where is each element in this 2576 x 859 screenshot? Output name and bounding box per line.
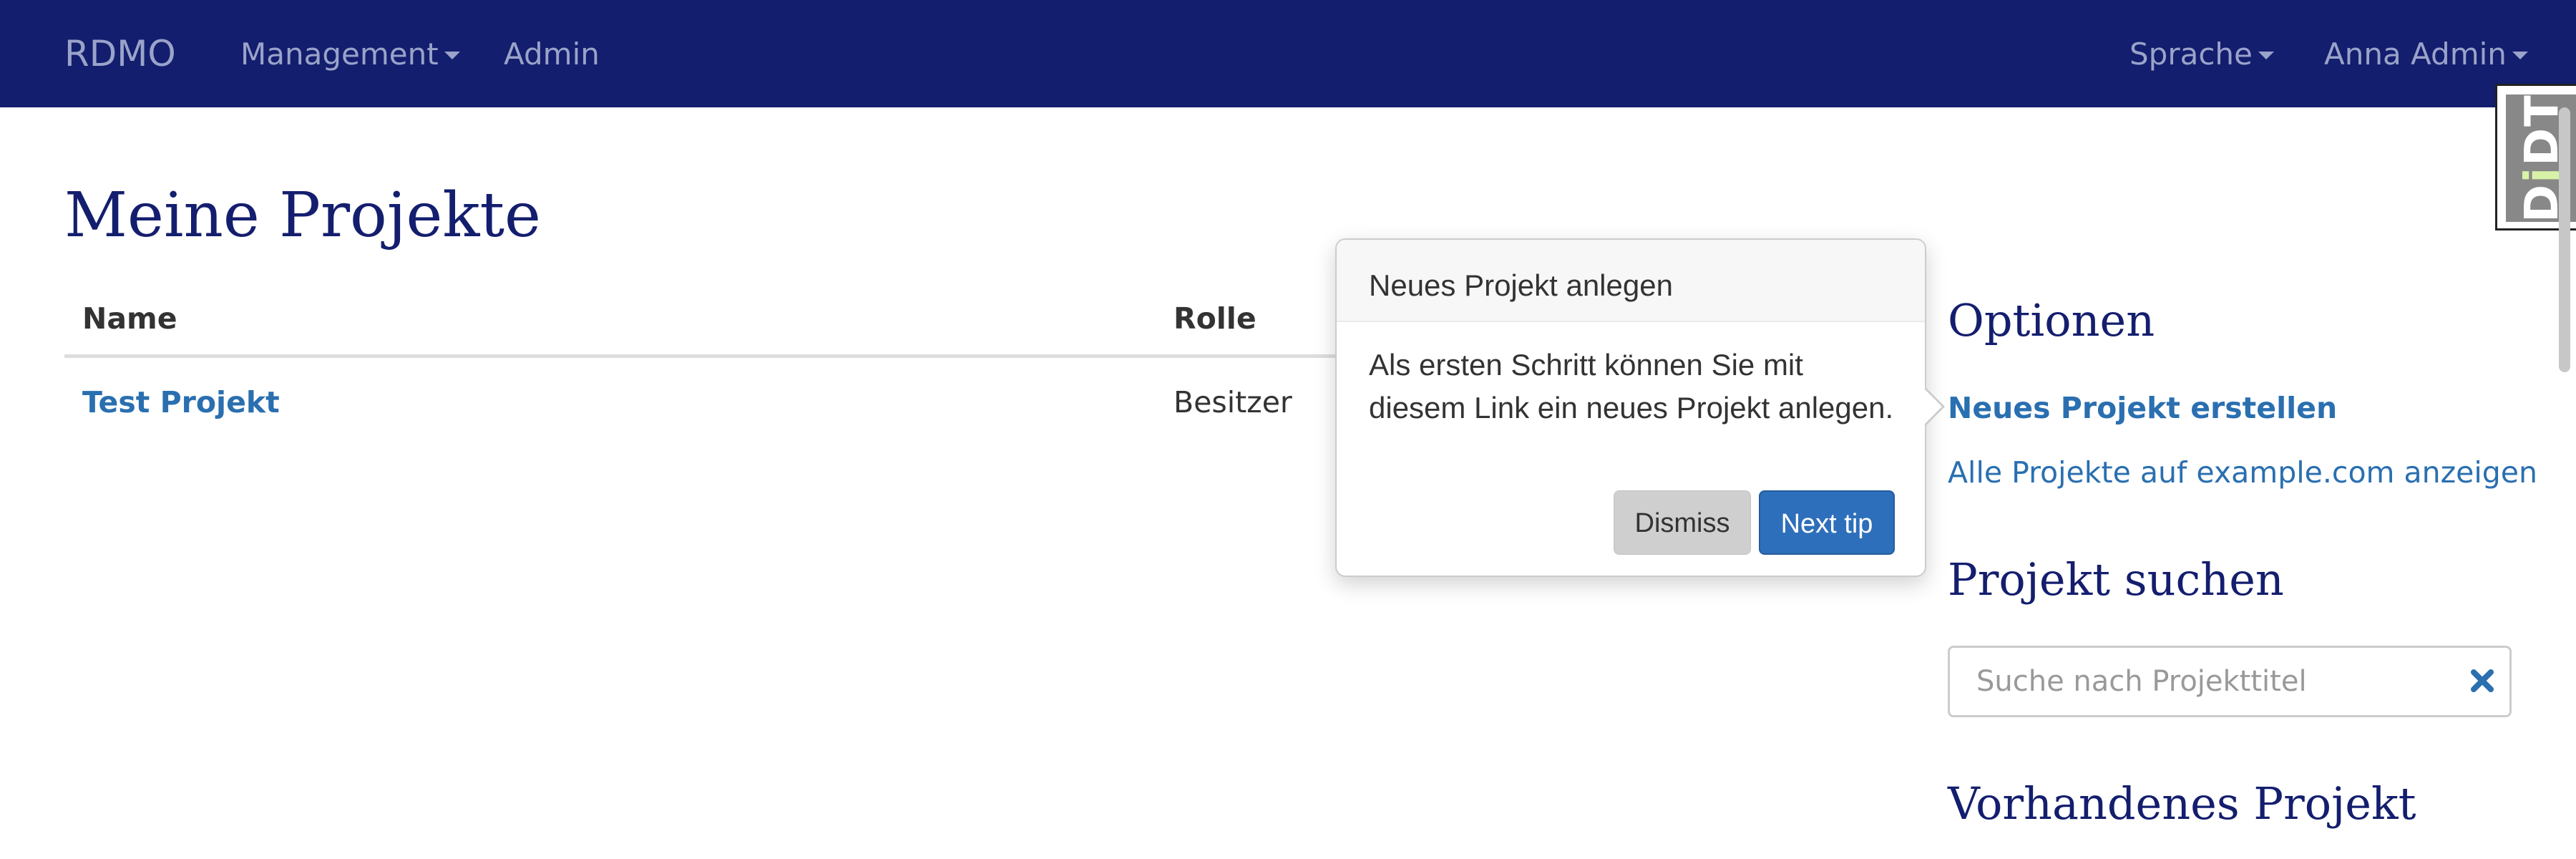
clear-search-icon[interactable] (2467, 665, 2498, 697)
scrollbar-thumb[interactable] (2559, 107, 2570, 372)
search-field (1948, 646, 2512, 717)
page-title: Meine Projekte (64, 180, 541, 251)
popover-body: Als ersten Schritt können Sie mit diesem… (1369, 348, 1894, 424)
dismiss-button[interactable]: Dismiss (1614, 490, 1751, 555)
user-label: Anna Admin (2324, 36, 2507, 72)
search-input[interactable] (1951, 649, 2445, 714)
caret-down-icon (2512, 51, 2528, 59)
language-label: Sprache (2129, 36, 2253, 72)
caret-down-icon (444, 51, 460, 59)
popover-arrow-fill (1923, 388, 1942, 425)
tour-popover: Neues Projekt anlegen Als ersten Schritt… (1335, 238, 1945, 577)
caret-down-icon (2258, 51, 2274, 59)
all-projects-link[interactable]: Alle Projekte auf example.com anzeigen (1948, 451, 2537, 494)
options-heading: Optionen (1948, 294, 2155, 346)
new-project-link[interactable]: Neues Projekt erstellen (1948, 387, 2337, 430)
column-header-name[interactable]: Name (82, 290, 177, 347)
brand-link[interactable]: RDMO (64, 0, 176, 107)
column-header-role[interactable]: Rolle (1174, 290, 1257, 347)
existing-project-heading: Vorhandenes Projekt (1948, 777, 2416, 830)
project-name-link[interactable]: Test Projekt (82, 374, 280, 431)
management-dropdown[interactable]: Management (240, 0, 460, 107)
next-tip-button[interactable]: Next tip (1759, 490, 1895, 555)
popover-title: Neues Projekt anlegen (1337, 240, 1925, 322)
top-navbar: RDMO Management Admin Sprache Anna Admin (0, 0, 2576, 107)
management-label: Management (240, 36, 439, 72)
project-role: Besitzer (1174, 385, 1292, 419)
language-dropdown[interactable]: Sprache (2129, 0, 2274, 107)
search-heading: Projekt suchen (1948, 553, 2284, 606)
admin-link[interactable]: Admin (504, 0, 600, 107)
